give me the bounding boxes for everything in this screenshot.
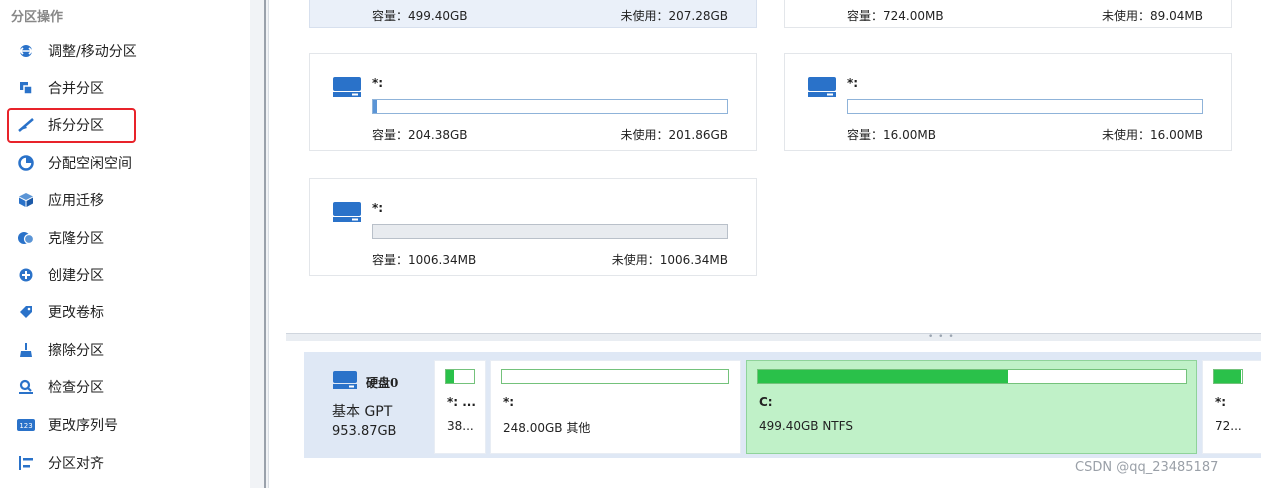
partition-card[interactable]: 容量：499.40GB 未使用：207.28GB (309, 0, 757, 28)
disk-type: 基本 GPT (332, 404, 393, 420)
sidebar-item-label: 检查分区 (48, 380, 104, 396)
partition-usage-bar (1213, 369, 1243, 384)
svg-text:123: 123 (19, 422, 32, 430)
partition-card[interactable]: *: 容量：1006.34MB 未使用：1006.34MB (309, 178, 757, 276)
partition-info: 72... (1215, 419, 1242, 433)
partition-card[interactable]: *: 容量：204.38GB 未使用：201.86GB (309, 53, 757, 151)
unused-text: 未使用：207.28GB (620, 9, 728, 23)
sidebar-item-wipe[interactable]: 擦除分区 (8, 335, 248, 365)
partition-info: 38... (447, 419, 474, 433)
clone-icon (15, 229, 37, 247)
sidebar-item-label: 分区对齐 (48, 456, 104, 472)
sidebar-item-create[interactable]: 创建分区 (8, 260, 248, 290)
sidebar-item-app-migrate[interactable]: 应用迁移 (8, 185, 248, 215)
partition-usage-bar (757, 369, 1187, 384)
sidebar-item-label: 合并分区 (48, 81, 104, 97)
merge-icon (15, 79, 37, 97)
partition-name: *: (372, 201, 384, 215)
sidebar-item-change-label[interactable]: 更改卷标 (8, 297, 248, 327)
partition-usage-fill (446, 370, 455, 383)
disk-icon (333, 202, 361, 222)
usage-bar (372, 99, 728, 114)
partition-name: *: (847, 76, 859, 90)
sidebar-item-label: 应用迁移 (48, 193, 104, 209)
partition-block[interactable]: *: 72... (1202, 360, 1261, 454)
serial-icon: 123 (15, 416, 37, 434)
partition-block[interactable]: *: ... 38... (434, 360, 486, 454)
highlight-box (7, 108, 136, 143)
disk-map: 硬盘0 基本 GPT 953.87GB *: ... 38... *: 248.… (304, 352, 1261, 458)
partition-info: 248.00GB 其他 (503, 421, 591, 435)
disk-icon (808, 77, 836, 97)
partition-label: C: (759, 395, 773, 409)
capacity-text: 容量：1006.34MB (372, 253, 477, 267)
sidebar-item-merge[interactable]: 合并分区 (8, 73, 248, 103)
sidebar-item-label: 擦除分区 (48, 343, 104, 359)
partition-info: 499.40GB NTFS (759, 419, 853, 433)
partition-usage-fill (758, 370, 1009, 383)
sidebar: 分区操作 调整/移动分区 合并分区 拆分分区 分配空闲空间 应用迁移 克隆分区 … (0, 0, 250, 488)
unused-text: 未使用：16.00MB (1102, 128, 1203, 142)
partition-name: *: (372, 76, 384, 90)
partition-usage-fill (1214, 370, 1241, 383)
disk-info[interactable]: 硬盘0 基本 GPT 953.87GB (304, 352, 432, 458)
align-icon (15, 454, 37, 472)
unused-text: 未使用：201.86GB (620, 128, 728, 142)
partition-block-selected[interactable]: C: 499.40GB NTFS (746, 360, 1197, 454)
partition-card[interactable]: *: 容量：16.00MB 未使用：16.00MB (784, 53, 1232, 151)
allocate-icon (15, 154, 37, 172)
sidebar-item-check[interactable]: 检查分区 (8, 372, 248, 402)
capacity-text: 容量：16.00MB (847, 128, 936, 142)
disk-icon (333, 371, 357, 389)
sidebar-item-label: 创建分区 (48, 268, 104, 284)
sidebar-item-resize-move[interactable]: 调整/移动分区 (8, 36, 248, 66)
usage-bar (372, 224, 728, 239)
create-icon (15, 266, 37, 284)
label-icon (15, 303, 37, 321)
sidebar-item-allocate-free-space[interactable]: 分配空闲空间 (8, 148, 248, 178)
disk-icon (333, 77, 361, 97)
partition-label: *: ... (447, 395, 476, 409)
unused-text: 未使用：89.04MB (1102, 9, 1203, 23)
app-migrate-icon (15, 191, 37, 209)
check-icon (15, 378, 37, 396)
partition-usage-bar (445, 369, 475, 384)
partition-card[interactable]: 容量：724.00MB 未使用：89.04MB (784, 0, 1232, 28)
sidebar-item-align[interactable]: 分区对齐 (8, 448, 248, 478)
usage-bar (847, 99, 1203, 114)
disk-size: 953.87GB (332, 424, 397, 439)
main-left-gutter (268, 0, 286, 488)
sidebar-item-change-serial[interactable]: 123 更改序列号 (8, 410, 248, 440)
sidebar-item-label: 分配空闲空间 (48, 156, 132, 172)
capacity-text: 容量：204.38GB (372, 128, 468, 142)
sidebar-item-label: 调整/移动分区 (48, 44, 137, 60)
disk-name: 硬盘0 (366, 376, 399, 390)
horizontal-splitter[interactable]: • • • (286, 332, 1261, 342)
partition-label: *: (1215, 395, 1227, 409)
capacity-text: 容量：499.40GB (372, 9, 468, 23)
unused-text: 未使用：1006.34MB (611, 253, 728, 267)
sidebar-item-label: 克隆分区 (48, 231, 104, 247)
usage-fill (373, 100, 378, 113)
partition-usage-bar (501, 369, 729, 384)
capacity-text: 容量：724.00MB (847, 9, 944, 23)
partition-block[interactable]: *: 248.00GB 其他 (490, 360, 741, 454)
sidebar-title: 分区操作 (11, 10, 64, 25)
sidebar-item-label: 更改序列号 (48, 418, 118, 434)
sidebar-item-label: 更改卷标 (48, 305, 104, 321)
sidebar-item-clone[interactable]: 克隆分区 (8, 223, 248, 253)
watermark: CSDN @qq_23485187 (1075, 460, 1219, 475)
partition-label: *: (503, 395, 515, 409)
wipe-icon (15, 341, 37, 359)
partition-card-area: 容量：499.40GB 未使用：207.28GB 容量：724.00MB 未使用… (286, 0, 1261, 333)
vertical-splitter[interactable] (264, 0, 266, 488)
resize-icon (15, 42, 37, 60)
